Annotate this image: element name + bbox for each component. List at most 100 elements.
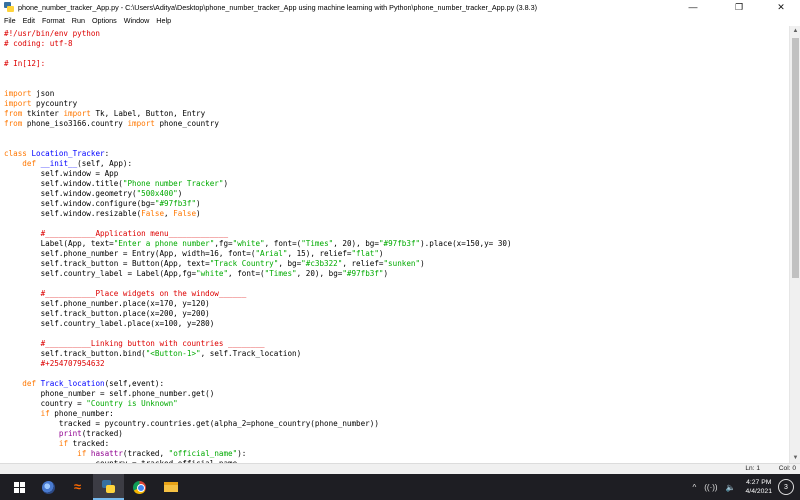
code-token: "official_name" [168,449,238,458]
maximize-button[interactable]: ❐ [716,0,762,14]
menu-run[interactable]: Run [68,16,88,25]
orange-app-icon: ≈ [73,479,82,494]
code-token: , 20), bg= [333,239,379,248]
clock-date: 4/4/2021 [745,488,772,495]
code-line: self.phone_number.place(x=170, y=120) [4,299,512,309]
code-token: Location_Tracker [31,149,105,158]
code-token: self.window.geometry( [4,189,137,198]
code-token: __init__ [40,159,78,168]
code-editor[interactable]: #!/usr/bin/env python # coding: utf-8 # I… [0,26,789,463]
taskbar-chrome[interactable] [124,474,155,500]
code-token: "sunken" [383,259,421,268]
code-token: "Times" [264,269,297,278]
code-token: self.window.title( [4,179,123,188]
wifi-icon[interactable]: ((·)) [704,483,717,492]
taskbar-clock[interactable]: 4:27 PM 4/4/2021 [746,478,772,496]
code-token: self.track_button = Button(App, text= [4,259,210,268]
volume-icon[interactable]: 🔈 [726,483,736,492]
code-token: hasattr [90,449,123,458]
code-line: print(tracked) [4,429,512,439]
code-token: self.window.resizable( [4,209,142,218]
code-token: "#97fb3f" [342,269,384,278]
code-token: "Arial" [255,249,288,258]
taskbar-file-explorer[interactable] [155,474,186,500]
notification-center-icon[interactable]: 3 [778,479,794,495]
code-line: class Location_Tracker: [4,149,512,159]
code-token: ) [177,189,183,198]
code-token: ) [383,269,389,278]
scroll-thumb[interactable] [792,38,799,278]
code-token: country = [4,399,87,408]
code-token: "Track Country" [209,259,279,268]
code-token: , self.Track_location) [200,349,302,358]
code-line: country = "Country is Unknown" [4,399,512,409]
code-line: self.window.configure(bg="#97fb3f") [4,199,512,209]
code-line: self.window.title("Phone number Tracker"… [4,179,512,189]
vertical-scrollbar[interactable]: ▲ ▼ [789,26,800,463]
taskbar-app-round[interactable] [33,474,64,500]
code-token: "#97fb3f" [378,239,421,248]
menu-options[interactable]: Options [88,16,120,25]
code-token: phone_country [154,119,219,128]
menu-file[interactable]: File [0,16,19,25]
code-token: # In[12]: [4,59,46,68]
code-token: class [4,149,27,158]
menu-window[interactable]: Window [120,16,153,25]
code-line: import json [4,89,512,99]
code-line: self.window.resizable(False, False) [4,209,512,219]
code-text[interactable]: #!/usr/bin/env python # coding: utf-8 # I… [4,29,512,463]
minimize-button[interactable]: — [670,0,716,14]
code-token: pycountry [31,99,78,108]
app-round-icon [42,480,55,494]
code-line: tracked = pycountry.countries.get(alpha_… [4,419,512,429]
menu-help[interactable]: Help [152,16,174,25]
code-token: # coding: utf-8 [4,39,73,48]
close-button[interactable]: ✕ [762,0,800,14]
code-token: tracked = pycountry.countries.get(alpha_… [4,419,379,428]
code-token: (self,event): [104,379,165,388]
code-token: ) [196,199,201,208]
code-token: #___________Place widgets on the window_… [40,289,247,298]
code-token: Tk, Label, Button, Entry [90,109,206,118]
menu-edit[interactable]: Edit [19,16,38,25]
code-token: "#97fb3f" [154,199,197,208]
start-button[interactable] [4,474,35,500]
code-token: import [4,99,32,108]
code-token: , font=( [264,239,302,248]
code-token: def [22,379,37,388]
code-token: ).place(x=150,y= 30) [420,239,512,248]
code-token: ) [196,209,201,218]
code-token: #__________Linking button with countries… [40,339,265,348]
code-token: ) [378,249,384,258]
scroll-up-arrow-icon[interactable]: ▲ [790,26,800,36]
code-token: False [141,209,165,218]
code-line: if tracked: [4,439,512,449]
menu-format[interactable]: Format [38,16,68,25]
taskbar-python-idle[interactable] [93,474,124,500]
code-line: from phone_iso3166.country import phone_… [4,119,512,129]
code-token: self.phone_number.place(x=170, y=120) [4,299,210,308]
code-token: "Enter a phone number" [113,239,215,248]
scroll-down-arrow-icon[interactable]: ▼ [790,453,800,463]
code-token: , 20), bg= [296,269,343,278]
taskbar-app-orange[interactable]: ≈ [62,474,93,500]
code-token: self.window.configure(bg= [4,199,155,208]
tray-overflow-chevron-icon[interactable]: ^ [692,483,696,492]
code-line: # coding: utf-8 [4,39,512,49]
code-token: Track_location [40,379,105,388]
code-token: "white" [196,269,229,278]
code-token: self.phone_number = Entry(App, width=16,… [4,249,256,258]
code-line: if hasattr(tracked, "official_name"): [4,449,512,459]
code-token: phone_number: [49,409,114,418]
code-line: phone_number = self.phone_number.get() [4,389,512,399]
